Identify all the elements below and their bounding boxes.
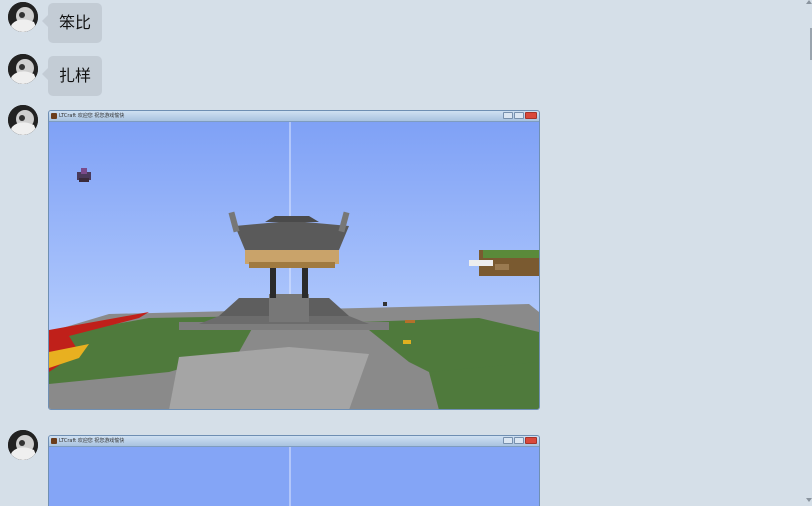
scroll-down-arrow-icon[interactable] [806, 498, 812, 502]
window-title: LTCraft 欢迎您 祝您游戏愉快 [59, 438, 125, 444]
avatar-icon [8, 54, 38, 84]
avatar[interactable] [8, 105, 38, 135]
game-screenshot [49, 447, 539, 506]
avatar-icon [8, 105, 38, 135]
scroll-up-arrow-icon[interactable] [806, 0, 812, 4]
game-screenshot [49, 122, 539, 409]
avatar[interactable] [8, 54, 38, 84]
minimize-icon [503, 437, 513, 444]
avatar[interactable] [8, 2, 38, 32]
chat-bubble[interactable]: 笨比 [41, 3, 103, 43]
close-icon [525, 437, 537, 444]
image-message[interactable]: LTCraft 欢迎您 祝您游戏愉快 [48, 435, 540, 506]
window-titlebar: LTCraft 欢迎您 祝您游戏愉快 [49, 436, 539, 447]
image-message[interactable]: LTCraft 欢迎您 祝您游戏愉快 [48, 110, 540, 410]
message-text: 扎样 [59, 66, 92, 85]
avatar[interactable] [8, 430, 38, 460]
app-icon [51, 113, 57, 119]
maximize-icon [514, 437, 524, 444]
message-text: 笨比 [59, 13, 92, 32]
window-titlebar: LTCraft 欢迎您 祝您游戏愉快 [49, 111, 539, 122]
window-title: LTCraft 欢迎您 祝您游戏愉快 [59, 113, 125, 119]
app-icon [51, 438, 57, 444]
avatar-icon [8, 430, 38, 460]
minimize-icon [503, 112, 513, 119]
close-icon [525, 112, 537, 119]
maximize-icon [514, 112, 524, 119]
avatar-icon [8, 2, 38, 32]
chat-bubble[interactable]: 扎样 [41, 56, 103, 96]
